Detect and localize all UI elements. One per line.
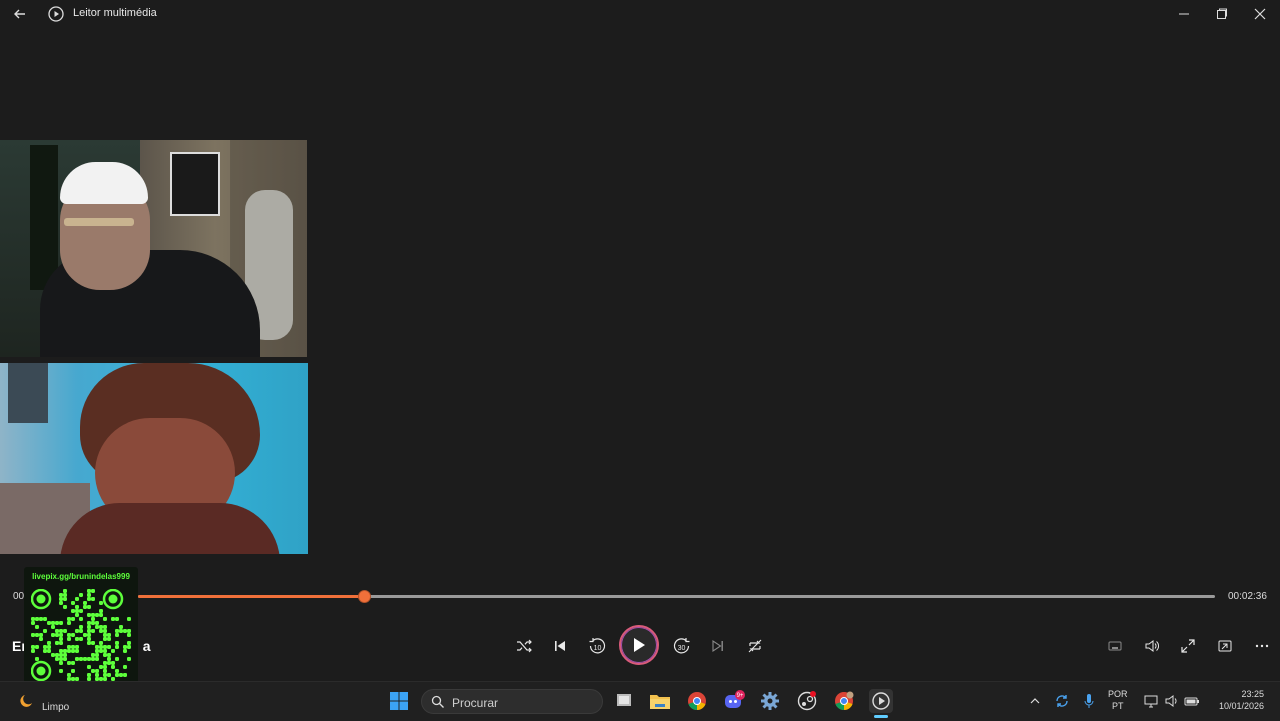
discord-badge: 9+ — [737, 693, 744, 699]
cast-icon[interactable] — [1213, 634, 1237, 658]
play-icon — [634, 638, 645, 652]
weather-moon-icon[interactable] — [17, 694, 35, 708]
network-icon[interactable] — [1142, 692, 1160, 710]
windows-start-icon[interactable] — [387, 689, 411, 713]
miniplayer-icon[interactable] — [1103, 634, 1127, 658]
file-explorer-icon[interactable] — [648, 689, 672, 713]
minimize-icon[interactable] — [1173, 4, 1195, 24]
system-clock[interactable]: 23:25 10/01/2026 — [1208, 688, 1264, 712]
clock-date: 10/01/2026 — [1218, 701, 1264, 711]
forward-label: 30 — [678, 645, 686, 652]
donation-qr-overlay: livepix.gg/brunindelas999 — [24, 567, 138, 694]
rewind-10-icon[interactable]: 10 — [585, 634, 609, 658]
now-playing-title-end: a — [142, 638, 151, 654]
shuffle-icon[interactable] — [512, 634, 536, 658]
task-view-icon[interactable] — [612, 689, 636, 713]
next-icon[interactable] — [706, 634, 730, 658]
chrome-profile-icon[interactable] — [832, 689, 856, 713]
seek-thumb[interactable] — [358, 590, 372, 603]
webcam-feed-top — [0, 140, 307, 357]
media-player-icon — [48, 6, 64, 22]
seek-progress — [138, 595, 365, 598]
total-time: 00:02:36 — [1228, 591, 1267, 602]
sync-icon[interactable] — [1053, 692, 1071, 710]
chevron-up-icon[interactable] — [1026, 692, 1044, 710]
speaker-icon[interactable] — [1163, 692, 1181, 710]
close-icon[interactable] — [1249, 4, 1271, 24]
search-icon — [431, 695, 444, 708]
window-title: Leitor multimédia — [73, 7, 157, 19]
elapsed-time: 00 — [13, 591, 25, 602]
chrome-icon[interactable] — [685, 689, 709, 713]
rewind-label: 10 — [594, 645, 602, 652]
play-button[interactable] — [619, 625, 659, 665]
fullscreen-icon[interactable] — [1176, 634, 1200, 658]
discord-icon[interactable]: 9+ — [722, 689, 746, 713]
more-icon[interactable] — [1250, 634, 1274, 658]
restore-icon[interactable] — [1211, 4, 1233, 24]
webcam-feed-bottom — [0, 363, 308, 554]
volume-icon[interactable] — [1140, 634, 1164, 658]
clock-time: 23:25 — [1241, 689, 1264, 699]
battery-icon[interactable] — [1183, 692, 1201, 710]
steam-icon[interactable] — [795, 689, 819, 713]
keyboard-layout: PT — [1112, 701, 1124, 711]
seek-bar[interactable] — [138, 590, 1215, 603]
title-bar: Leitor multimédia — [0, 0, 1280, 28]
language-code: POR — [1108, 689, 1128, 699]
qr-code-icon — [31, 589, 131, 689]
donation-url: livepix.gg/brunindelas999 — [32, 572, 130, 581]
taskbar: Limpo Procurar 9+ POR PT 23:25 10/01/202… — [0, 681, 1280, 721]
active-app-indicator — [874, 715, 888, 718]
taskbar-search[interactable]: Procurar — [421, 689, 603, 714]
media-player-taskbar-icon[interactable] — [869, 689, 893, 713]
microphone-icon[interactable] — [1080, 692, 1098, 710]
forward-30-icon[interactable]: 30 — [670, 634, 694, 658]
repeat-icon[interactable] — [743, 634, 767, 658]
weather-label[interactable]: Limpo — [42, 702, 69, 713]
previous-icon[interactable] — [548, 634, 572, 658]
language-indicator[interactable]: POR PT — [1108, 688, 1128, 712]
back-arrow-icon[interactable] — [10, 4, 30, 24]
settings-gear-icon[interactable] — [758, 689, 782, 713]
search-placeholder: Procurar — [452, 696, 499, 710]
